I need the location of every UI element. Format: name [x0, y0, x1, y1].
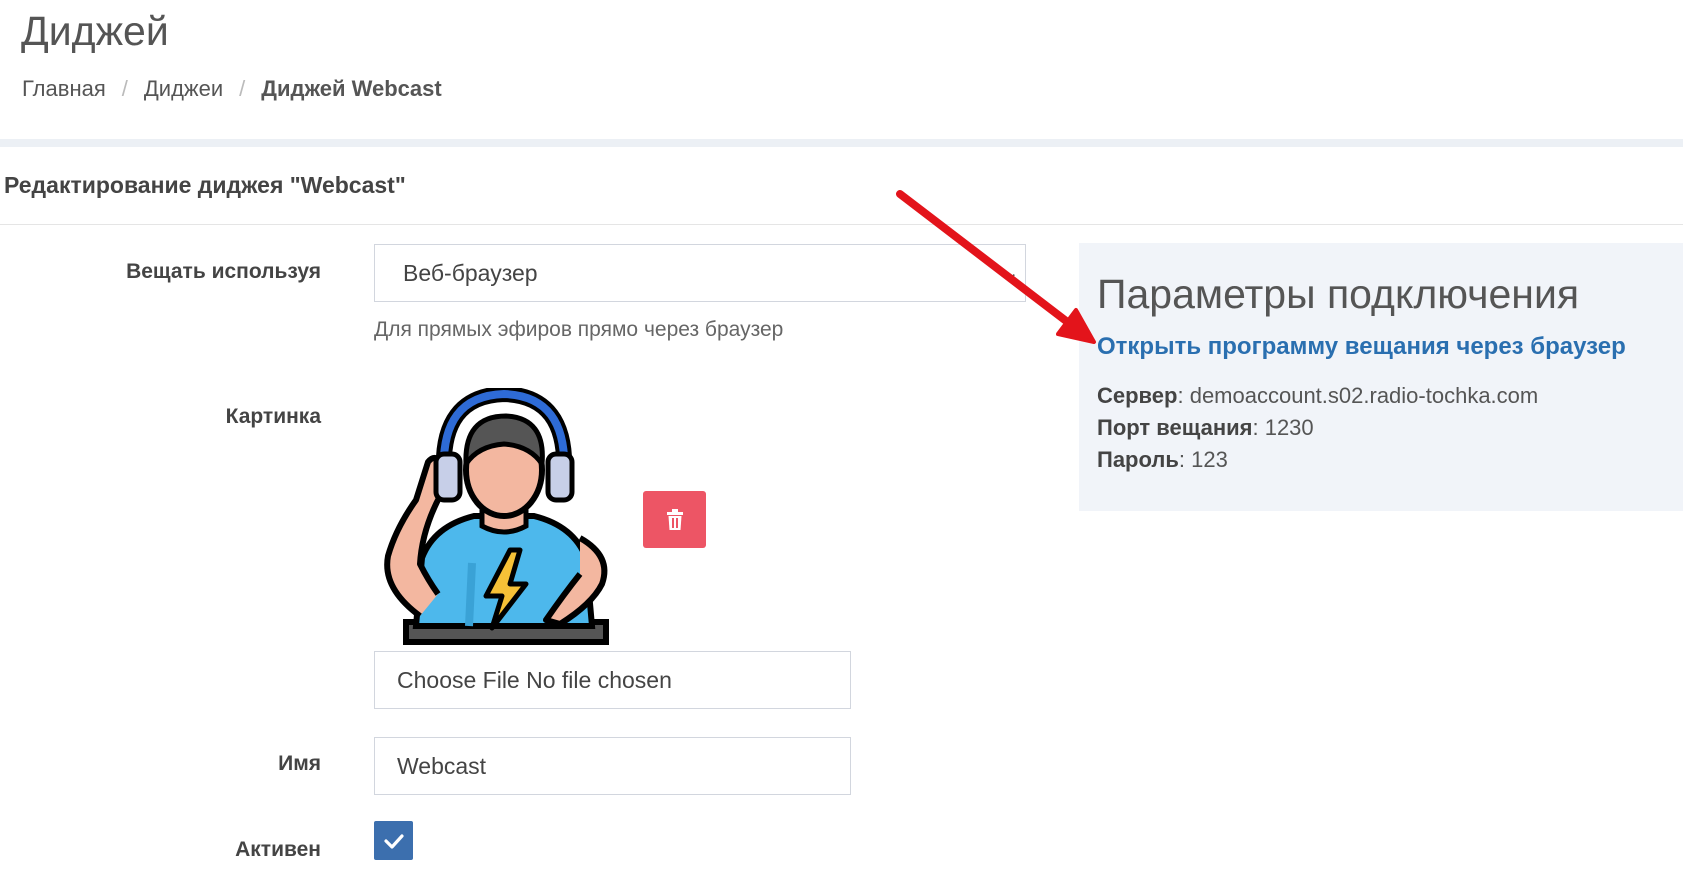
broadcast-select-value: Веб-браузер — [403, 260, 538, 286]
port-value: : 1230 — [1252, 415, 1314, 440]
active-checkbox[interactable] — [374, 821, 413, 860]
box-title: Редактирование диджея "Webcast" — [4, 172, 406, 198]
name-label: Имя — [278, 752, 321, 775]
page-title: Диджей — [21, 8, 169, 54]
breadcrumb-home-link[interactable]: Главная — [22, 76, 106, 101]
name-input[interactable]: Webcast — [374, 737, 851, 795]
connection-panel: Параметры подключения Открыть программу … — [1079, 243, 1683, 511]
chevron-down-icon: ⌄ — [1002, 262, 1019, 284]
broadcast-label: Вещать используя — [126, 260, 321, 283]
password-row: Пароль: 123 — [1097, 447, 1228, 473]
breadcrumb-separator: / — [239, 76, 246, 101]
server-value: : demoaccount.s02.radio-tochka.com — [1177, 383, 1539, 408]
breadcrumb-djs-link[interactable]: Диджеи — [144, 76, 223, 101]
port-row: Порт вещания: 1230 — [1097, 415, 1314, 441]
header-divider — [0, 139, 1683, 147]
server-label: Сервер — [1097, 383, 1178, 408]
connection-title: Параметры подключения — [1097, 271, 1580, 317]
breadcrumb-separator: / — [121, 76, 128, 101]
box-header-divider — [0, 224, 1683, 225]
dj-avatar-image — [384, 388, 609, 645]
server-row: Сервер: demoaccount.s02.radio-tochka.com — [1097, 383, 1538, 409]
active-label: Активен — [235, 838, 321, 861]
trash-icon — [666, 508, 683, 530]
breadcrumb-current: Диджей Webcast — [261, 76, 442, 101]
broadcast-select[interactable]: Веб-браузер ⌄ — [374, 244, 1026, 302]
picture-label: Картинка — [225, 405, 321, 428]
open-browser-broadcast-link[interactable]: Открыть программу вещания через браузер — [1097, 333, 1626, 361]
check-icon — [383, 833, 404, 849]
breadcrumb: Главная / Диджеи / Диджей Webcast — [22, 76, 442, 102]
password-value: : 123 — [1178, 447, 1228, 472]
broadcast-help-text: Для прямых эфиров прямо через браузер — [374, 318, 784, 341]
port-label: Порт вещания — [1097, 415, 1253, 440]
delete-picture-button[interactable] — [643, 491, 706, 548]
password-label: Пароль — [1097, 447, 1179, 472]
picture-file-input[interactable]: Choose File No file chosen — [374, 651, 851, 709]
